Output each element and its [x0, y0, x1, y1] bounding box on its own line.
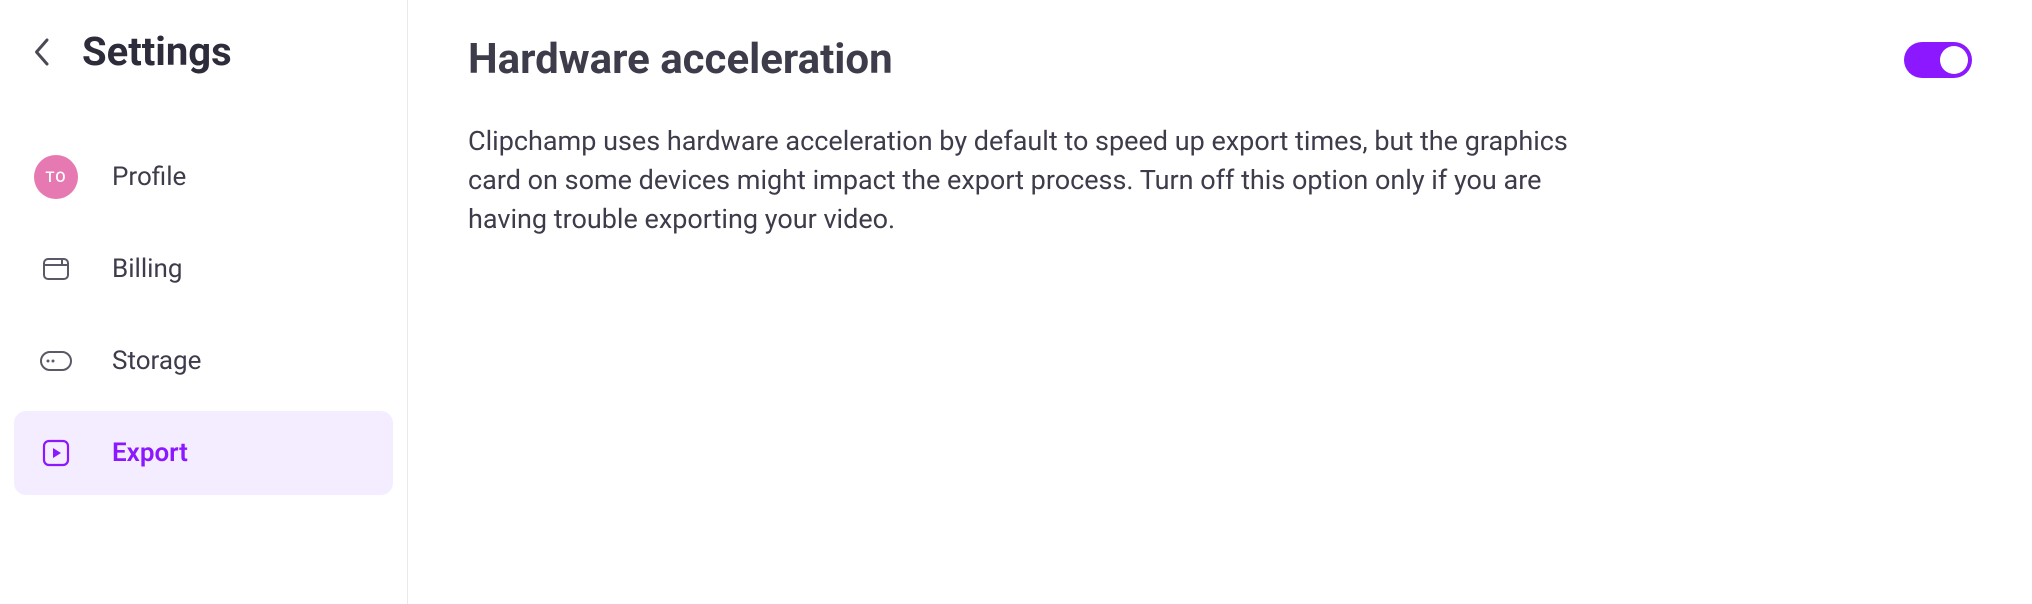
hardware-acceleration-toggle[interactable]: [1904, 42, 1972, 78]
avatar-initials: TO: [34, 155, 78, 199]
wallet-icon: [34, 247, 78, 291]
settings-nav: TO Profile Billing Stor: [14, 135, 393, 495]
toggle-knob: [1940, 46, 1968, 74]
play-icon: [34, 431, 78, 475]
hardware-acceleration-description: Clipchamp uses hardware acceleration by …: [468, 122, 1568, 239]
settings-title: Settings: [82, 28, 232, 75]
chevron-left-icon: [32, 37, 50, 67]
sidebar-header: Settings: [14, 28, 393, 75]
sidebar-item-label: Billing: [112, 254, 182, 284]
sidebar-item-export[interactable]: Export: [14, 411, 393, 495]
page-title: Hardware acceleration: [468, 35, 893, 84]
sidebar-item-storage[interactable]: Storage: [14, 319, 393, 403]
sidebar-item-label: Storage: [112, 346, 201, 376]
sidebar-item-profile[interactable]: TO Profile: [14, 135, 393, 219]
storage-icon: [34, 339, 78, 383]
sidebar-item-billing[interactable]: Billing: [14, 227, 393, 311]
settings-sidebar: Settings TO Profile Billing: [0, 0, 408, 604]
main-header: Hardware acceleration: [468, 35, 1972, 84]
sidebar-item-label: Profile: [112, 162, 186, 192]
back-button[interactable]: [32, 37, 50, 67]
main-content: Hardware acceleration Clipchamp uses har…: [408, 0, 2032, 604]
avatar: TO: [34, 155, 78, 199]
sidebar-item-label: Export: [112, 438, 188, 468]
